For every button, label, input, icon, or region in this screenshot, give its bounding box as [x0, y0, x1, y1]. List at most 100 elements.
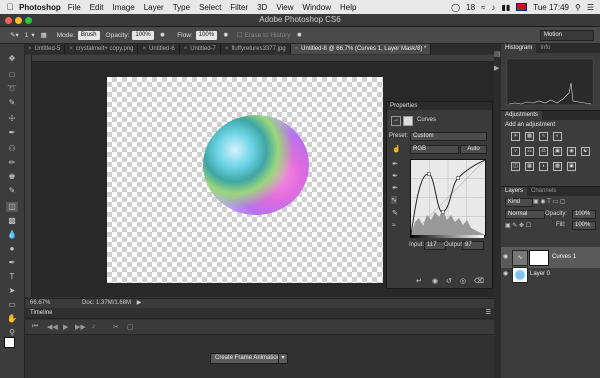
workspace-select[interactable]: Motion [540, 29, 594, 41]
tab-channels[interactable]: Channels [527, 187, 560, 196]
channel-select[interactable]: RGB [410, 145, 459, 154]
close-tab-icon[interactable]: × [28, 46, 32, 52]
fill-field[interactable]: 100% [572, 221, 596, 230]
healing-tool-icon[interactable]: ⚇ [6, 144, 18, 154]
auto-button[interactable]: Auto [460, 145, 487, 154]
layer-name[interactable]: Curves 1 [552, 254, 576, 260]
levels-icon[interactable]: ▩ [525, 132, 534, 141]
tab-info[interactable]: Info [536, 44, 554, 53]
size-pressure-icon[interactable]: ✹ [297, 31, 302, 39]
tab-untitled-5[interactable]: × Untitled-5 [24, 44, 66, 54]
apple-icon[interactable]:  [5, 2, 15, 12]
curves-icon[interactable]: ∿ [539, 132, 548, 141]
properties-header[interactable]: Properties [387, 102, 492, 110]
hand-tool-icon[interactable]: ✋ [6, 314, 18, 324]
menu-type[interactable]: Type [173, 3, 190, 12]
tool-preset-picker[interactable]: ✎▾ [10, 31, 19, 39]
timeline-tab[interactable]: Timeline [30, 310, 52, 316]
layer-row-layer-0[interactable]: ◉ Layer 0 [501, 264, 600, 285]
menu-filter[interactable]: Filter [230, 3, 248, 12]
close-tab-icon[interactable]: × [69, 46, 73, 52]
vertical-ruler[interactable] [25, 55, 32, 297]
curve-edit-icon[interactable]: ∿ [391, 196, 397, 204]
next-frame-icon[interactable]: ▶▶ [75, 323, 86, 331]
black-white-icon[interactable]: ▣ [553, 147, 562, 156]
menu-help[interactable]: Help [340, 3, 356, 12]
tab-layers[interactable]: Layers [501, 187, 528, 196]
first-frame-icon[interactable]: ⏮ [32, 323, 38, 331]
chevron-down-icon[interactable]: ▾ [278, 353, 288, 364]
eyedropper-gray-icon[interactable]: ✒ [392, 172, 398, 180]
gradient-map-icon[interactable]: ▩ [553, 162, 562, 171]
type-tool-icon[interactable]: T [6, 272, 18, 282]
target-adjust-icon[interactable]: ☝ [392, 145, 401, 153]
brush-panel-icon[interactable]: ▦ [41, 31, 47, 39]
menu-layer[interactable]: Layer [144, 3, 164, 12]
history-panel-icon[interactable]: ▤ [494, 50, 501, 58]
quick-select-tool-icon[interactable]: ✎ [6, 98, 18, 108]
flag-icon[interactable] [516, 3, 528, 11]
tab-untitled-6[interactable]: × Untitled-6 [138, 44, 180, 54]
doc-size[interactable]: Doc: 1.37M/1.68M [82, 300, 131, 306]
eyedropper-tool-icon[interactable]: ✒ [6, 128, 18, 138]
airbrush-icon[interactable]: ✹ [223, 31, 228, 39]
visibility-icon[interactable]: ◎ [460, 277, 466, 285]
output-field[interactable]: 97 [462, 241, 484, 250]
curve-point[interactable] [427, 172, 431, 176]
blur-tool-icon[interactable]: 💧 [6, 230, 18, 240]
search-icon[interactable]: ⚲ [575, 3, 581, 12]
close-tab-icon[interactable]: × [295, 46, 299, 52]
tab-untitled-8[interactable]: × Untitled-8 @ 66.7% (Curves 1, Layer Mas… [290, 44, 432, 54]
posterize-icon[interactable]: ▦ [525, 162, 534, 171]
horizontal-ruler[interactable] [25, 55, 495, 62]
list-icon[interactable]: ☰ [587, 3, 594, 12]
menu-edit[interactable]: Edit [90, 3, 104, 12]
menu-3d[interactable]: 3D [257, 3, 267, 12]
close-tab-icon[interactable]: × [225, 46, 229, 52]
wifi-icon[interactable]: ≈ [481, 3, 485, 12]
menu-view[interactable]: View [276, 3, 293, 12]
trash-icon[interactable]: ⌫ [474, 277, 484, 285]
tab-untitled-7[interactable]: × Untitled-7 [180, 44, 221, 54]
reset-icon[interactable]: ↺ [446, 277, 452, 285]
clip-to-layer-icon[interactable]: ↵ [416, 277, 422, 285]
prev-frame-icon[interactable]: ◀◀ [47, 323, 58, 331]
invert-icon[interactable]: ◫ [511, 162, 520, 171]
tab-fluffyretures[interactable]: × fluffyretures3377.jpg [221, 44, 291, 54]
app-menu[interactable]: Photoshop [19, 3, 61, 12]
panel-menu-icon[interactable]: ☰ [486, 308, 491, 318]
mode-select[interactable]: Brush [77, 30, 100, 40]
pen-tool-icon[interactable]: ✒ [6, 258, 18, 268]
actions-panel-icon[interactable]: ▶ [494, 64, 499, 72]
split-icon[interactable]: ✂ [113, 323, 119, 331]
close-tab-icon[interactable]: × [184, 46, 188, 52]
view-previous-icon[interactable]: ◉ [432, 277, 438, 285]
volume-icon[interactable]: ♪ [491, 3, 495, 12]
move-tool-icon[interactable]: ✥ [6, 54, 18, 64]
channel-mixer-icon[interactable]: ☯ [581, 147, 590, 156]
play-icon[interactable]: ▶ [63, 323, 68, 331]
tab-adjustments[interactable]: Adjustments [501, 111, 543, 120]
transition-icon[interactable]: ▢ [127, 323, 134, 331]
input-field[interactable]: 117 [424, 241, 446, 250]
curve-point[interactable] [441, 210, 445, 214]
brush-tool-icon[interactable]: ✏ [6, 158, 18, 168]
pencil-draw-icon[interactable]: ✎ [392, 209, 398, 217]
tab-crystalmelt[interactable]: × crystalmelt+ copy.png [65, 44, 139, 54]
eraser-tool-icon[interactable]: ◫ [6, 202, 18, 212]
opacity-pressure-icon[interactable]: ✹ [160, 31, 165, 39]
threshold-icon[interactable]: ◖ [539, 162, 548, 171]
zoom-window-icon[interactable] [25, 17, 32, 24]
smooth-icon[interactable]: ≈ [392, 222, 396, 229]
dodge-tool-icon[interactable]: ● [6, 244, 18, 254]
shape-tool-icon[interactable]: ▭ [6, 300, 18, 310]
visibility-eye-icon[interactable]: ◉ [503, 253, 508, 260]
visibility-eye-icon[interactable]: ◉ [503, 270, 508, 277]
clone-stamp-tool-icon[interactable]: ♚ [6, 172, 18, 182]
hue-saturation-icon[interactable]: ☷ [525, 147, 534, 156]
eyedropper-white-icon[interactable]: ✒ [392, 184, 398, 192]
layer-opacity-field[interactable]: 100% [572, 210, 596, 219]
brush-preset-picker[interactable]: 1 ▾ [25, 31, 35, 40]
tab-histogram[interactable]: Histogram [501, 44, 537, 53]
zoom-level[interactable]: 66.67% [30, 300, 50, 306]
